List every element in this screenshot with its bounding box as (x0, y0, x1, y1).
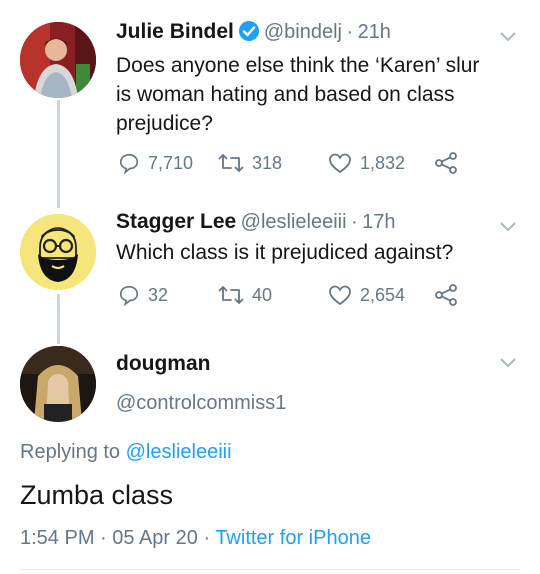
reply-icon (119, 285, 139, 306)
author-name[interactable]: dougman (116, 352, 211, 376)
tweet-time[interactable]: 17h (362, 211, 395, 233)
retweet-button[interactable]: 318 (218, 152, 282, 174)
tweet-time[interactable]: 21h (358, 21, 391, 43)
tweet-text: Which class is it prejudiced against? (116, 238, 526, 267)
avatar[interactable] (20, 214, 96, 290)
retweet-icon (218, 286, 244, 304)
tweet-text-line: Does anyone else think the ‘Karen’ slur (116, 54, 480, 77)
like-count: 1,832 (360, 152, 406, 173)
reply-icon (119, 153, 139, 174)
replying-to-prefix: Replying to (20, 441, 121, 463)
separator: · (346, 21, 354, 43)
avatar[interactable] (20, 22, 96, 98)
like-count: 2,654 (360, 284, 406, 305)
reply-count: 7,710 (148, 152, 194, 173)
share-button[interactable] (434, 152, 466, 174)
author-handle[interactable]: @bindelj (264, 21, 342, 43)
author-name[interactable]: Stagger Lee (116, 210, 236, 233)
author-handle[interactable]: @controlcommiss1 (116, 392, 286, 415)
tweet-meta: 1:54 PM · 05 Apr 20 · Twitter for iPhone (20, 527, 371, 550)
separator: · (351, 211, 358, 233)
share-icon (435, 152, 457, 174)
retweet-count: 40 (252, 284, 273, 305)
tweet-text: Zumba class (20, 480, 174, 510)
like-button[interactable]: 1,832 (328, 152, 405, 174)
tweet-text-line: Which class is it prejudiced against? (116, 241, 454, 264)
divider (20, 569, 520, 570)
verified-badge-icon (238, 20, 260, 47)
retweet-count: 318 (252, 152, 283, 173)
tweet-source[interactable]: Twitter for iPhone (215, 527, 371, 549)
reply-count: 32 (148, 284, 169, 305)
reply-button[interactable]: 32 (118, 284, 168, 306)
tweet-text-line: prejudice? (116, 112, 213, 135)
author-name[interactable]: Julie Bindel (116, 20, 234, 43)
retweet-icon (218, 154, 244, 172)
tweet-text-line: is woman hating and based on class (116, 83, 455, 106)
thread-line-2 (57, 294, 60, 344)
retweet-button[interactable]: 40 (218, 284, 272, 306)
share-button[interactable] (434, 284, 466, 306)
author-handle[interactable]: @leslieleeiii (241, 211, 347, 233)
replying-to-line: Replying to @leslieleeiii (20, 441, 232, 464)
reply-button[interactable]: 7,710 (118, 152, 193, 174)
heart-icon (329, 153, 351, 174)
thread-line-1 (57, 100, 60, 208)
share-icon (435, 284, 457, 306)
chevron-down-icon[interactable] (498, 356, 518, 370)
chevron-down-icon[interactable] (498, 220, 518, 234)
chevron-down-icon[interactable] (498, 30, 518, 44)
heart-icon (329, 285, 351, 306)
replying-to-link[interactable]: @leslieleeiii (126, 441, 232, 463)
like-button[interactable]: 2,654 (328, 284, 405, 306)
tweet-text: Does anyone else think the ‘Karen’ slur … (116, 51, 526, 138)
tweet-timestamp[interactable]: 1:54 PM · 05 Apr 20 · (20, 527, 210, 549)
avatar[interactable] (20, 346, 96, 422)
